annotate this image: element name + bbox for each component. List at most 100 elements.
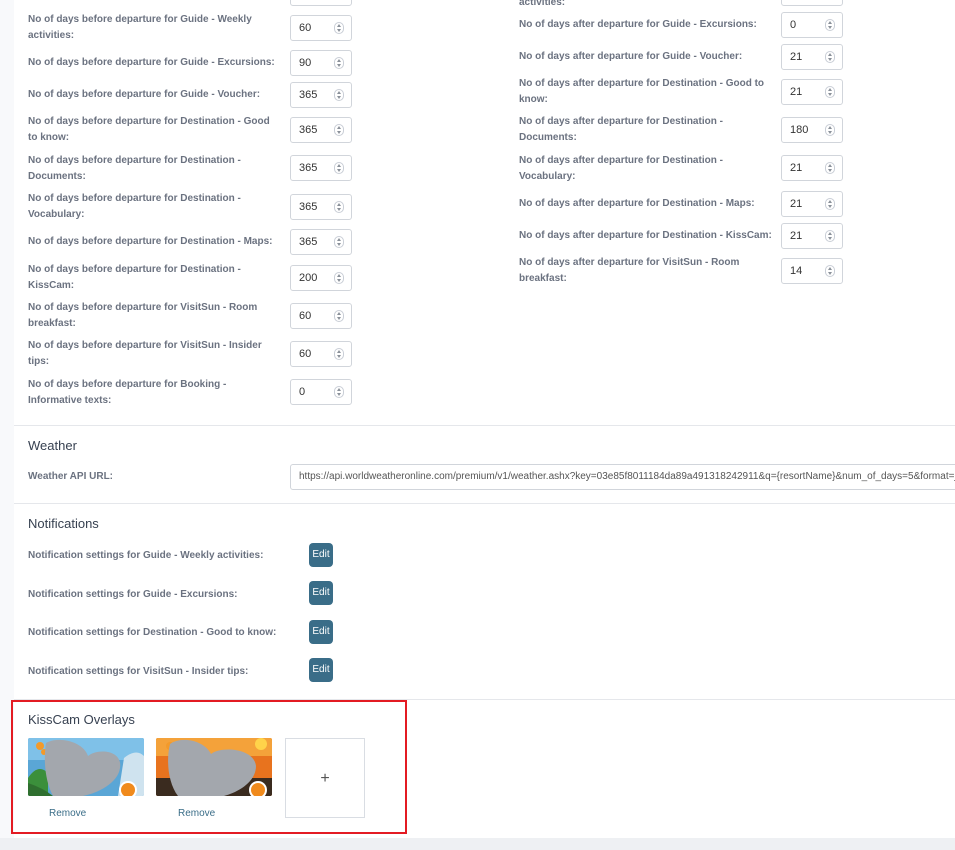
days-before-guide-voucher-label: No of days before departure for Guide - … [28, 89, 261, 100]
days-after-destination-goodtoknow-input[interactable]: 21 [781, 79, 843, 105]
spinner-icon[interactable] [825, 230, 835, 242]
days-before-guide-excursions-label: No of days before departure for Guide - … [28, 57, 275, 68]
days-after-destination-documents-input[interactable]: 180 [781, 117, 843, 143]
input-value: 60 [299, 310, 312, 322]
edit-notification-destination-goodtoknow-button[interactable]: Edit [309, 620, 333, 644]
days-before-destination-kisscam-input[interactable]: 200 [290, 265, 352, 291]
spinner-icon[interactable] [825, 51, 835, 63]
input-value: 21 [790, 86, 803, 98]
input-value: 21 [790, 230, 803, 242]
input-value: 365 [299, 124, 318, 136]
input-value: 365 [299, 162, 318, 174]
edit-notification-visitsun-insider-button[interactable]: Edit [309, 658, 333, 682]
spinner-icon[interactable] [825, 86, 835, 98]
spinner-icon[interactable] [334, 348, 344, 360]
weather-api-url-input[interactable]: https://api.worldweatheronline.com/premi… [290, 464, 955, 490]
input-value: 14 [790, 265, 803, 277]
days-after-destination-vocabulary-label: No of days after departure for Destinati… [519, 155, 723, 182]
spinner-icon[interactable] [825, 162, 835, 174]
input-value: 60 [299, 22, 312, 34]
days-before-destination-documents-label: No of days before departure for Destinat… [28, 155, 241, 182]
spinner-icon[interactable] [334, 310, 344, 322]
days-after-visitsun-breakfast-input[interactable]: 14 [781, 258, 843, 284]
edit-notification-guide-weekly-button[interactable]: Edit [309, 543, 333, 567]
kisscam-overlay-thumbnail-2[interactable] [156, 738, 272, 796]
days-before-destination-goodtoknow-input[interactable]: 365 [290, 117, 352, 143]
days-after-destination-kisscam-input[interactable]: 21 [781, 223, 843, 249]
days-before-visitsun-breakfast-label: No of days before departure for VisitSun… [28, 302, 258, 329]
input-value: 90 [299, 57, 312, 69]
input-value: 21 [790, 162, 803, 174]
days-after-destination-vocabulary-input[interactable]: 21 [781, 155, 843, 181]
spinner-icon[interactable] [334, 124, 344, 136]
days-after-visitsun-breakfast-label: No of days after departure for VisitSun … [519, 257, 740, 284]
days-after-guide-voucher-label: No of days after departure for Guide - V… [519, 51, 743, 62]
spinner-icon[interactable] [825, 198, 835, 210]
days-before-destination-maps-label: No of days before departure for Destinat… [28, 236, 273, 247]
input-value: 0 [790, 19, 797, 31]
input-value: 200 [299, 272, 318, 284]
days-before-guide-voucher-input[interactable]: 365 [290, 82, 352, 108]
days-before-input-partial[interactable] [290, 0, 352, 6]
spinner-icon[interactable] [334, 272, 344, 284]
days-before-destination-vocabulary-input[interactable]: 365 [290, 194, 352, 220]
days-before-visitsun-breakfast-input[interactable]: 60 [290, 303, 352, 329]
notification-guide-excursions-label: Notification settings for Guide - Excurs… [28, 589, 238, 600]
days-after-guide-excursions-label: No of days after departure for Guide - E… [519, 19, 757, 30]
days-before-destination-vocabulary-label: No of days before departure for Destinat… [28, 193, 241, 220]
days-before-destination-goodtoknow-label: No of days before departure for Destinat… [28, 116, 270, 143]
input-value: 365 [299, 201, 318, 213]
days-before-booking-informative-label: No of days before departure for Booking … [28, 379, 227, 406]
spinner-icon[interactable] [334, 386, 344, 398]
kisscam-section-title: KissCam Overlays [28, 712, 135, 727]
days-before-destination-documents-input[interactable]: 365 [290, 155, 352, 181]
spinner-icon[interactable] [334, 89, 344, 101]
notification-visitsun-insider-label: Notification settings for VisitSun - Ins… [28, 666, 249, 677]
weather-section-title: Weather [28, 438, 77, 453]
days-after-destination-maps-label: No of days after departure for Destinati… [519, 198, 755, 209]
spinner-icon[interactable] [334, 57, 344, 69]
add-overlay-button[interactable]: + [285, 738, 365, 818]
days-after-label-partial: activities: [519, 0, 566, 8]
spinner-icon[interactable] [334, 22, 344, 34]
spinner-icon[interactable] [334, 162, 344, 174]
spinner-icon[interactable] [825, 19, 835, 31]
days-before-guide-excursions-input[interactable]: 90 [290, 50, 352, 76]
section-divider [14, 503, 955, 504]
days-before-destination-maps-input[interactable]: 365 [290, 229, 352, 255]
days-before-visitsun-insider-input[interactable]: 60 [290, 341, 352, 367]
notifications-section-title: Notifications [28, 516, 99, 531]
page-footer-strip [0, 838, 955, 850]
days-after-destination-documents-label: No of days after departure for Destinati… [519, 116, 723, 143]
days-before-guide-weekly-label: No of days before departure for Guide - … [28, 14, 252, 41]
input-value: 60 [299, 348, 312, 360]
kisscam-overlay-thumbnail-1[interactable] [28, 738, 144, 796]
input-value: 0 [299, 386, 306, 398]
notification-destination-goodtoknow-label: Notification settings for Destination - … [28, 627, 277, 638]
input-value: 365 [299, 236, 318, 248]
remove-overlay-1-link[interactable]: Remove [49, 808, 86, 819]
input-value: 21 [790, 51, 803, 63]
days-before-destination-kisscam-label: No of days before departure for Destinat… [28, 264, 241, 291]
input-value: 365 [299, 89, 318, 101]
plus-icon: + [320, 770, 330, 787]
days-after-input-partial[interactable] [781, 0, 843, 6]
spinner-icon[interactable] [334, 236, 344, 248]
weather-api-url-label: Weather API URL: [28, 471, 114, 482]
days-after-guide-excursions-input[interactable]: 0 [781, 12, 843, 38]
input-value: 21 [790, 198, 803, 210]
days-before-booking-informative-input[interactable]: 0 [290, 379, 352, 405]
days-after-destination-kisscam-label: No of days after departure for Destinati… [519, 230, 772, 241]
remove-overlay-2-link[interactable]: Remove [178, 808, 215, 819]
days-before-visitsun-insider-label: No of days before departure for VisitSun… [28, 340, 262, 367]
spinner-icon[interactable] [825, 124, 835, 136]
days-after-destination-goodtoknow-label: No of days after departure for Destinati… [519, 78, 765, 105]
spinner-icon[interactable] [334, 201, 344, 213]
days-after-guide-voucher-input[interactable]: 21 [781, 44, 843, 70]
input-value: 180 [790, 124, 809, 136]
days-before-guide-weekly-input[interactable]: 60 [290, 15, 352, 41]
spinner-icon[interactable] [825, 265, 835, 277]
section-divider [14, 425, 955, 426]
edit-notification-guide-excursions-button[interactable]: Edit [309, 581, 333, 605]
days-after-destination-maps-input[interactable]: 21 [781, 191, 843, 217]
